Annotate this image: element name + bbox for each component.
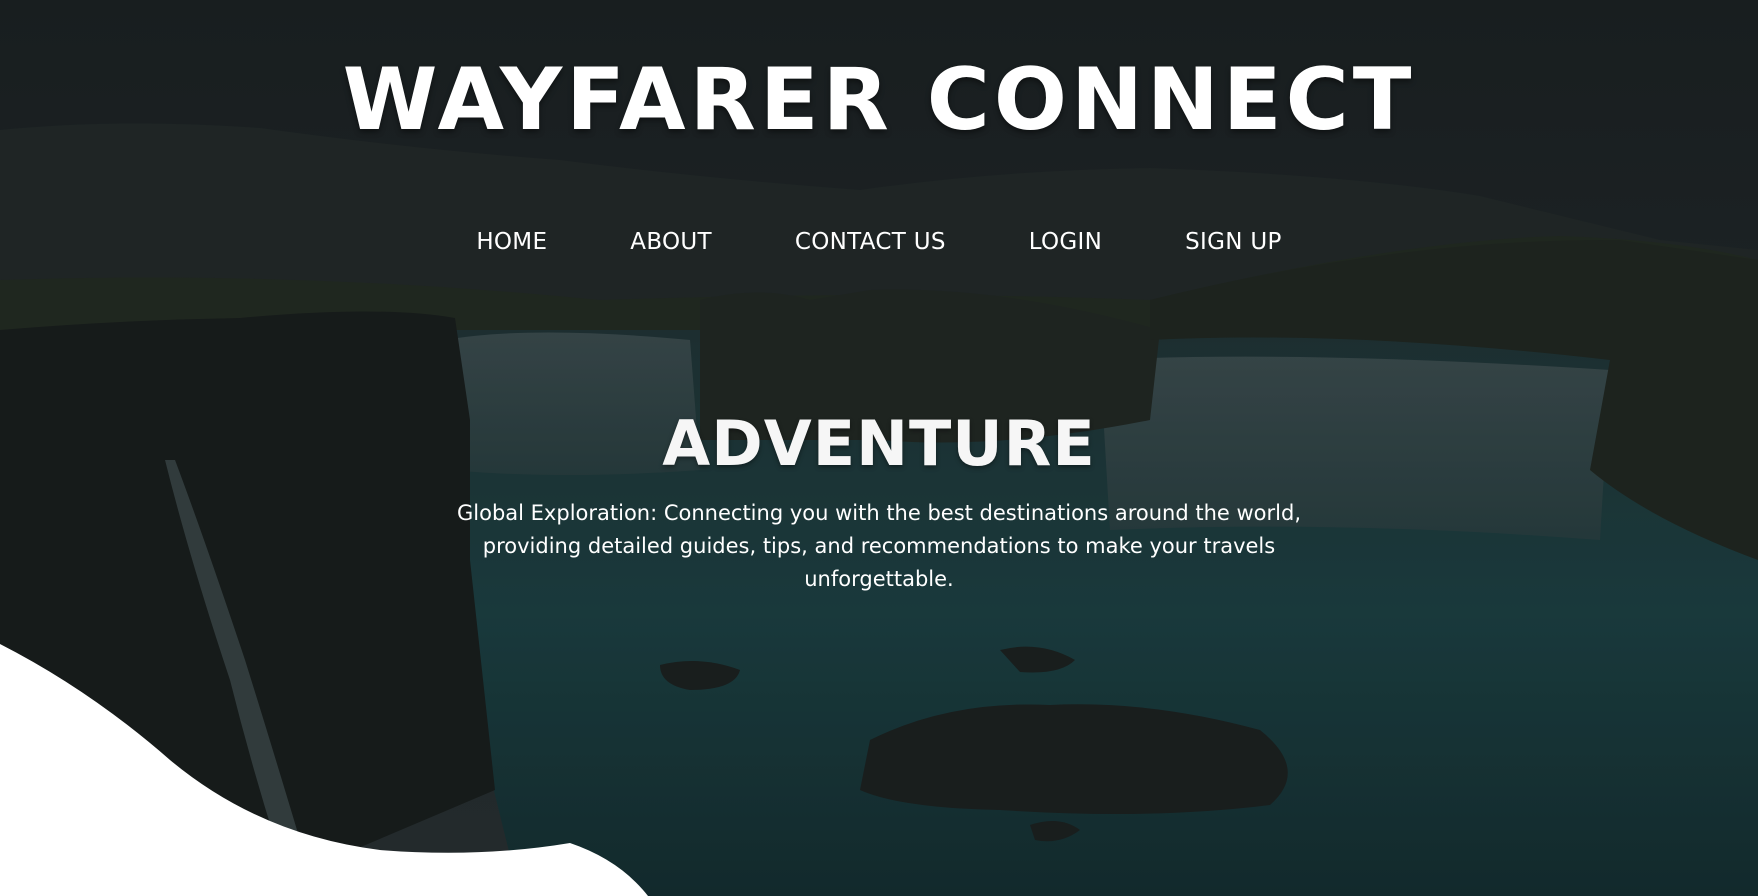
hero-section: WAYFARER CONNECT HOME ABOUT CONTACT US L… — [0, 0, 1758, 896]
nav-item-about[interactable]: ABOUT — [630, 224, 712, 260]
nav-item-contact-us[interactable]: CONTACT US — [795, 224, 946, 260]
nav-item-login[interactable]: LOGIN — [1029, 224, 1102, 260]
nav-item-home[interactable]: HOME — [476, 224, 547, 260]
hero-description: Global Exploration: Connecting you with … — [457, 501, 1301, 591]
main-nav: HOME ABOUT CONTACT US LOGIN SIGN UP — [0, 224, 1758, 260]
hero-heading: ADVENTURE — [662, 407, 1096, 480]
nav-item-sign-up[interactable]: SIGN UP — [1185, 224, 1282, 260]
site-title: WAYFARER CONNECT — [342, 50, 1416, 150]
